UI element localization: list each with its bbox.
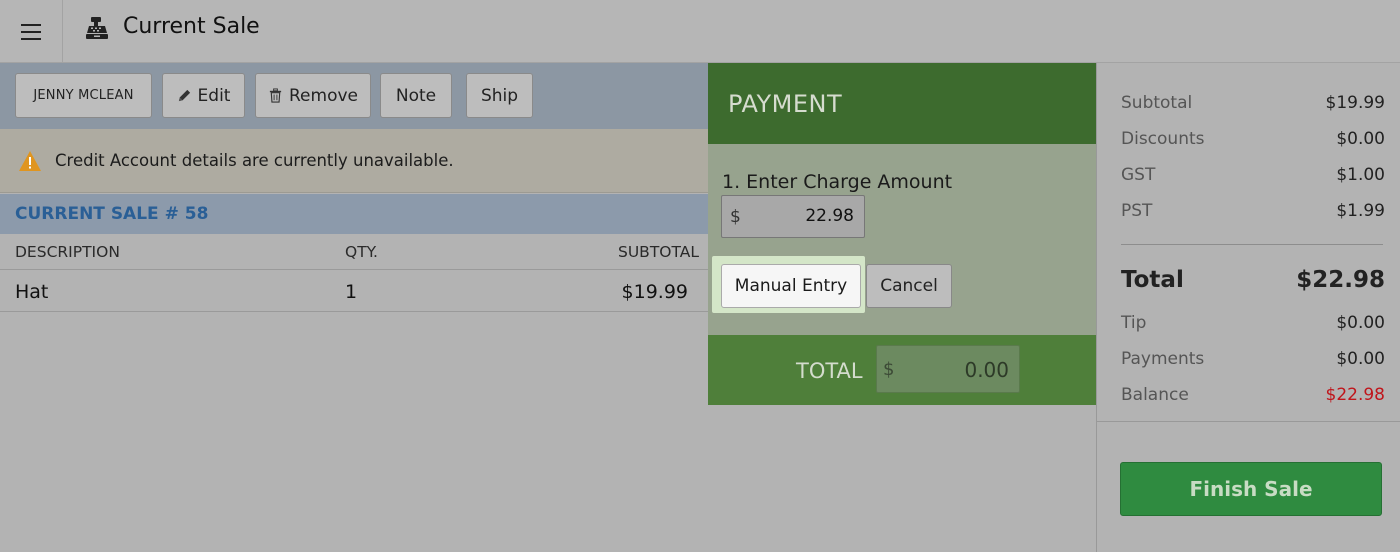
hamburger-icon xyxy=(21,21,41,42)
manual-entry-highlight: Manual Entry xyxy=(712,256,865,313)
gst-value: $1.00 xyxy=(1336,165,1385,185)
remove-button[interactable]: Remove xyxy=(255,73,371,118)
summary-separator xyxy=(1097,421,1400,422)
column-qty: QTY. xyxy=(345,243,378,261)
customer-button[interactable]: JENNY MCLEAN xyxy=(15,73,152,118)
line-items-header: DESCRIPTION QTY. SUBTOTAL xyxy=(0,234,708,270)
subtotal-value: $19.99 xyxy=(1325,93,1385,113)
menu-button[interactable] xyxy=(0,0,63,63)
tip-label: Tip xyxy=(1121,313,1147,333)
cancel-button[interactable]: Cancel xyxy=(866,264,952,308)
column-description: DESCRIPTION xyxy=(15,243,120,261)
discounts-label: Discounts xyxy=(1121,129,1205,149)
credit-account-alert: Credit Account details are currently una… xyxy=(0,129,708,193)
column-subtotal: SUBTOTAL xyxy=(618,243,699,261)
charge-amount-label: 1. Enter Charge Amount xyxy=(722,171,953,193)
balance-value: $22.98 xyxy=(1325,385,1385,405)
payment-total-bar: TOTAL $ 0.00 xyxy=(708,335,1096,405)
payment-total-label: TOTAL xyxy=(796,359,863,383)
payments-label: Payments xyxy=(1121,349,1205,369)
gst-label: GST xyxy=(1121,165,1156,185)
trash-icon xyxy=(269,88,282,103)
item-subtotal: $19.99 xyxy=(621,281,688,303)
tip-value: $0.00 xyxy=(1336,313,1385,333)
payment-body: 1. Enter Charge Amount $ 22.98 Manual En… xyxy=(708,144,1096,335)
warning-icon xyxy=(19,150,41,171)
table-row[interactable]: Hat 1 $19.99 xyxy=(0,270,708,312)
customer-action-bar: JENNY MCLEAN Edit Remove Note Ship xyxy=(0,63,708,129)
alert-text: Credit Account details are currently una… xyxy=(55,151,454,170)
subtotal-label: Subtotal xyxy=(1121,93,1193,113)
item-qty: 1 xyxy=(345,281,358,303)
total-label: Total xyxy=(1121,267,1184,293)
payment-header: PAYMENT xyxy=(708,63,1096,144)
top-bar: Current Sale xyxy=(0,0,1400,63)
remove-label: Remove xyxy=(289,85,358,106)
summary-divider xyxy=(1121,244,1383,245)
total-currency-symbol: $ xyxy=(883,359,895,380)
manual-entry-button[interactable]: Manual Entry xyxy=(721,264,861,308)
finish-sale-button[interactable]: Finish Sale xyxy=(1120,462,1382,516)
cash-register-icon xyxy=(86,17,108,39)
pencil-icon xyxy=(178,89,190,102)
ship-button[interactable]: Ship xyxy=(466,73,533,118)
edit-label: Edit xyxy=(197,85,231,106)
edit-button[interactable]: Edit xyxy=(162,73,245,118)
sale-summary: Subtotal $19.99 Discounts $0.00 GST $1.0… xyxy=(1096,63,1400,552)
payment-title: PAYMENT xyxy=(728,89,843,118)
charge-amount-value: 22.98 xyxy=(805,206,854,226)
total-value: $22.98 xyxy=(1296,267,1385,293)
charge-amount-input[interactable]: $ 22.98 xyxy=(721,195,865,238)
payments-value: $0.00 xyxy=(1336,349,1385,369)
pst-label: PST xyxy=(1121,201,1153,221)
balance-label: Balance xyxy=(1121,385,1189,405)
page-title: Current Sale xyxy=(123,14,260,39)
note-button[interactable]: Note xyxy=(380,73,452,118)
pst-value: $1.99 xyxy=(1336,201,1385,221)
payment-total-field: $ 0.00 xyxy=(876,345,1020,393)
sale-number: CURRENT SALE # 58 xyxy=(15,204,209,224)
discounts-value: $0.00 xyxy=(1336,129,1385,149)
payment-total-value: 0.00 xyxy=(964,358,1009,382)
currency-symbol: $ xyxy=(730,207,741,227)
item-description: Hat xyxy=(15,281,49,303)
current-sale-header: CURRENT SALE # 58 xyxy=(0,194,708,234)
